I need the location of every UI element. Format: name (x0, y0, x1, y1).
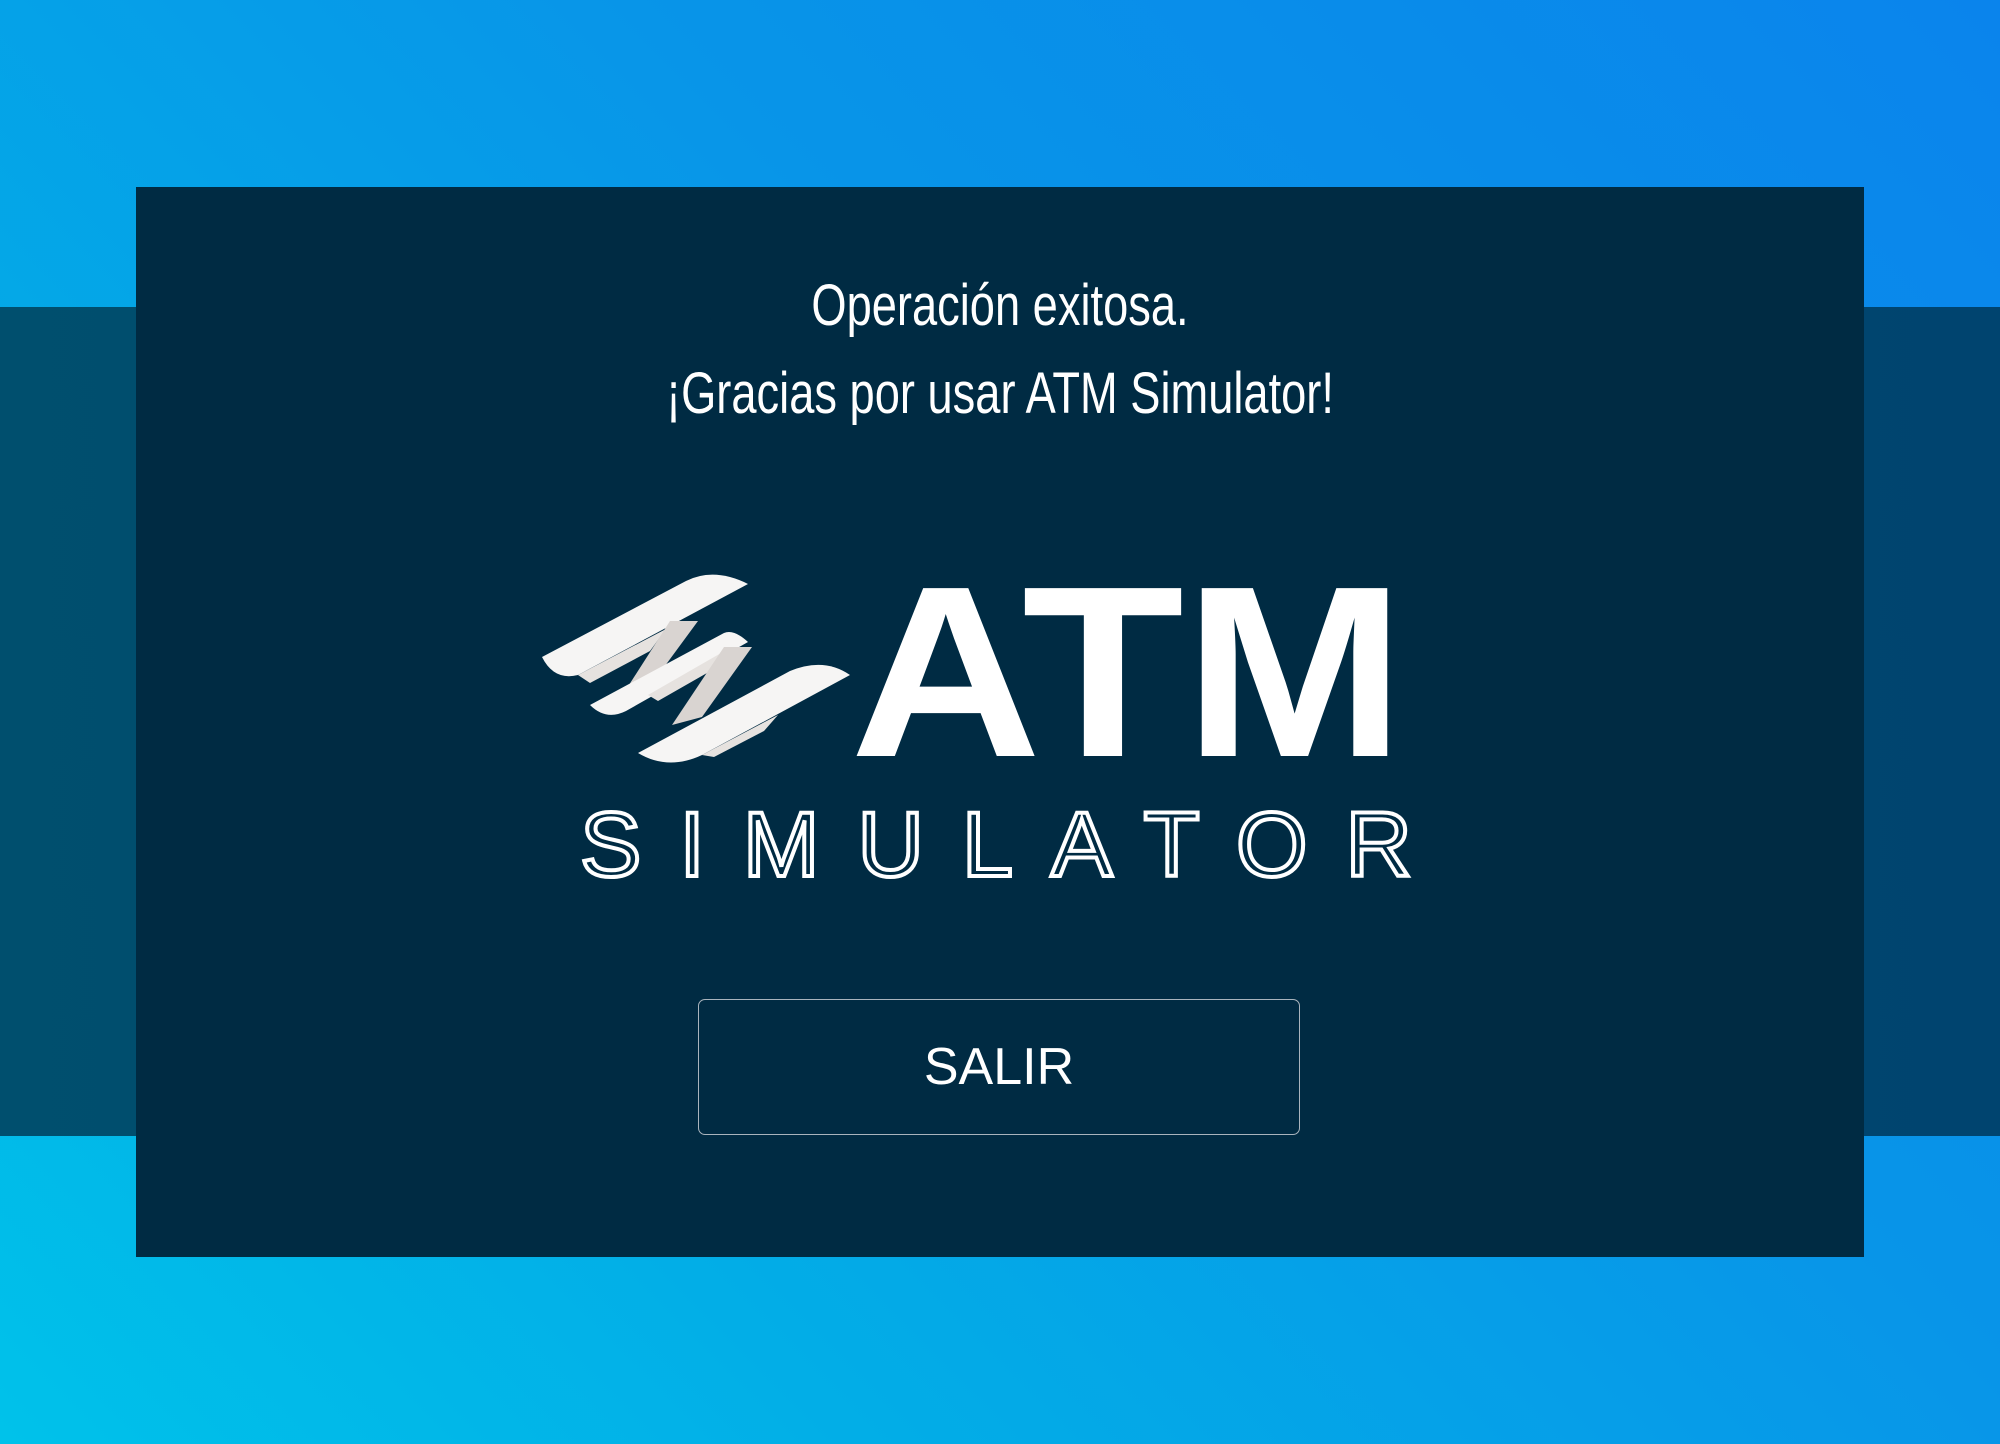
stacked-wings-logo-icon (542, 574, 850, 763)
success-title: Operación exitosa. (811, 273, 1189, 338)
logo-simulator-text: SIMULATOR (580, 800, 1412, 896)
exit-button[interactable]: SALIR (698, 999, 1300, 1135)
simulator-logo: SIMULATOR (580, 800, 1414, 898)
atm-logo: ATM (850, 556, 1405, 766)
success-message: Operación exitosa. ¡Gracias por usar ATM… (220, 262, 1780, 438)
thank-you-text: ¡Gracias por usar ATM Simulator! (666, 361, 1334, 426)
logo-atm-text: ATM (850, 556, 1405, 766)
